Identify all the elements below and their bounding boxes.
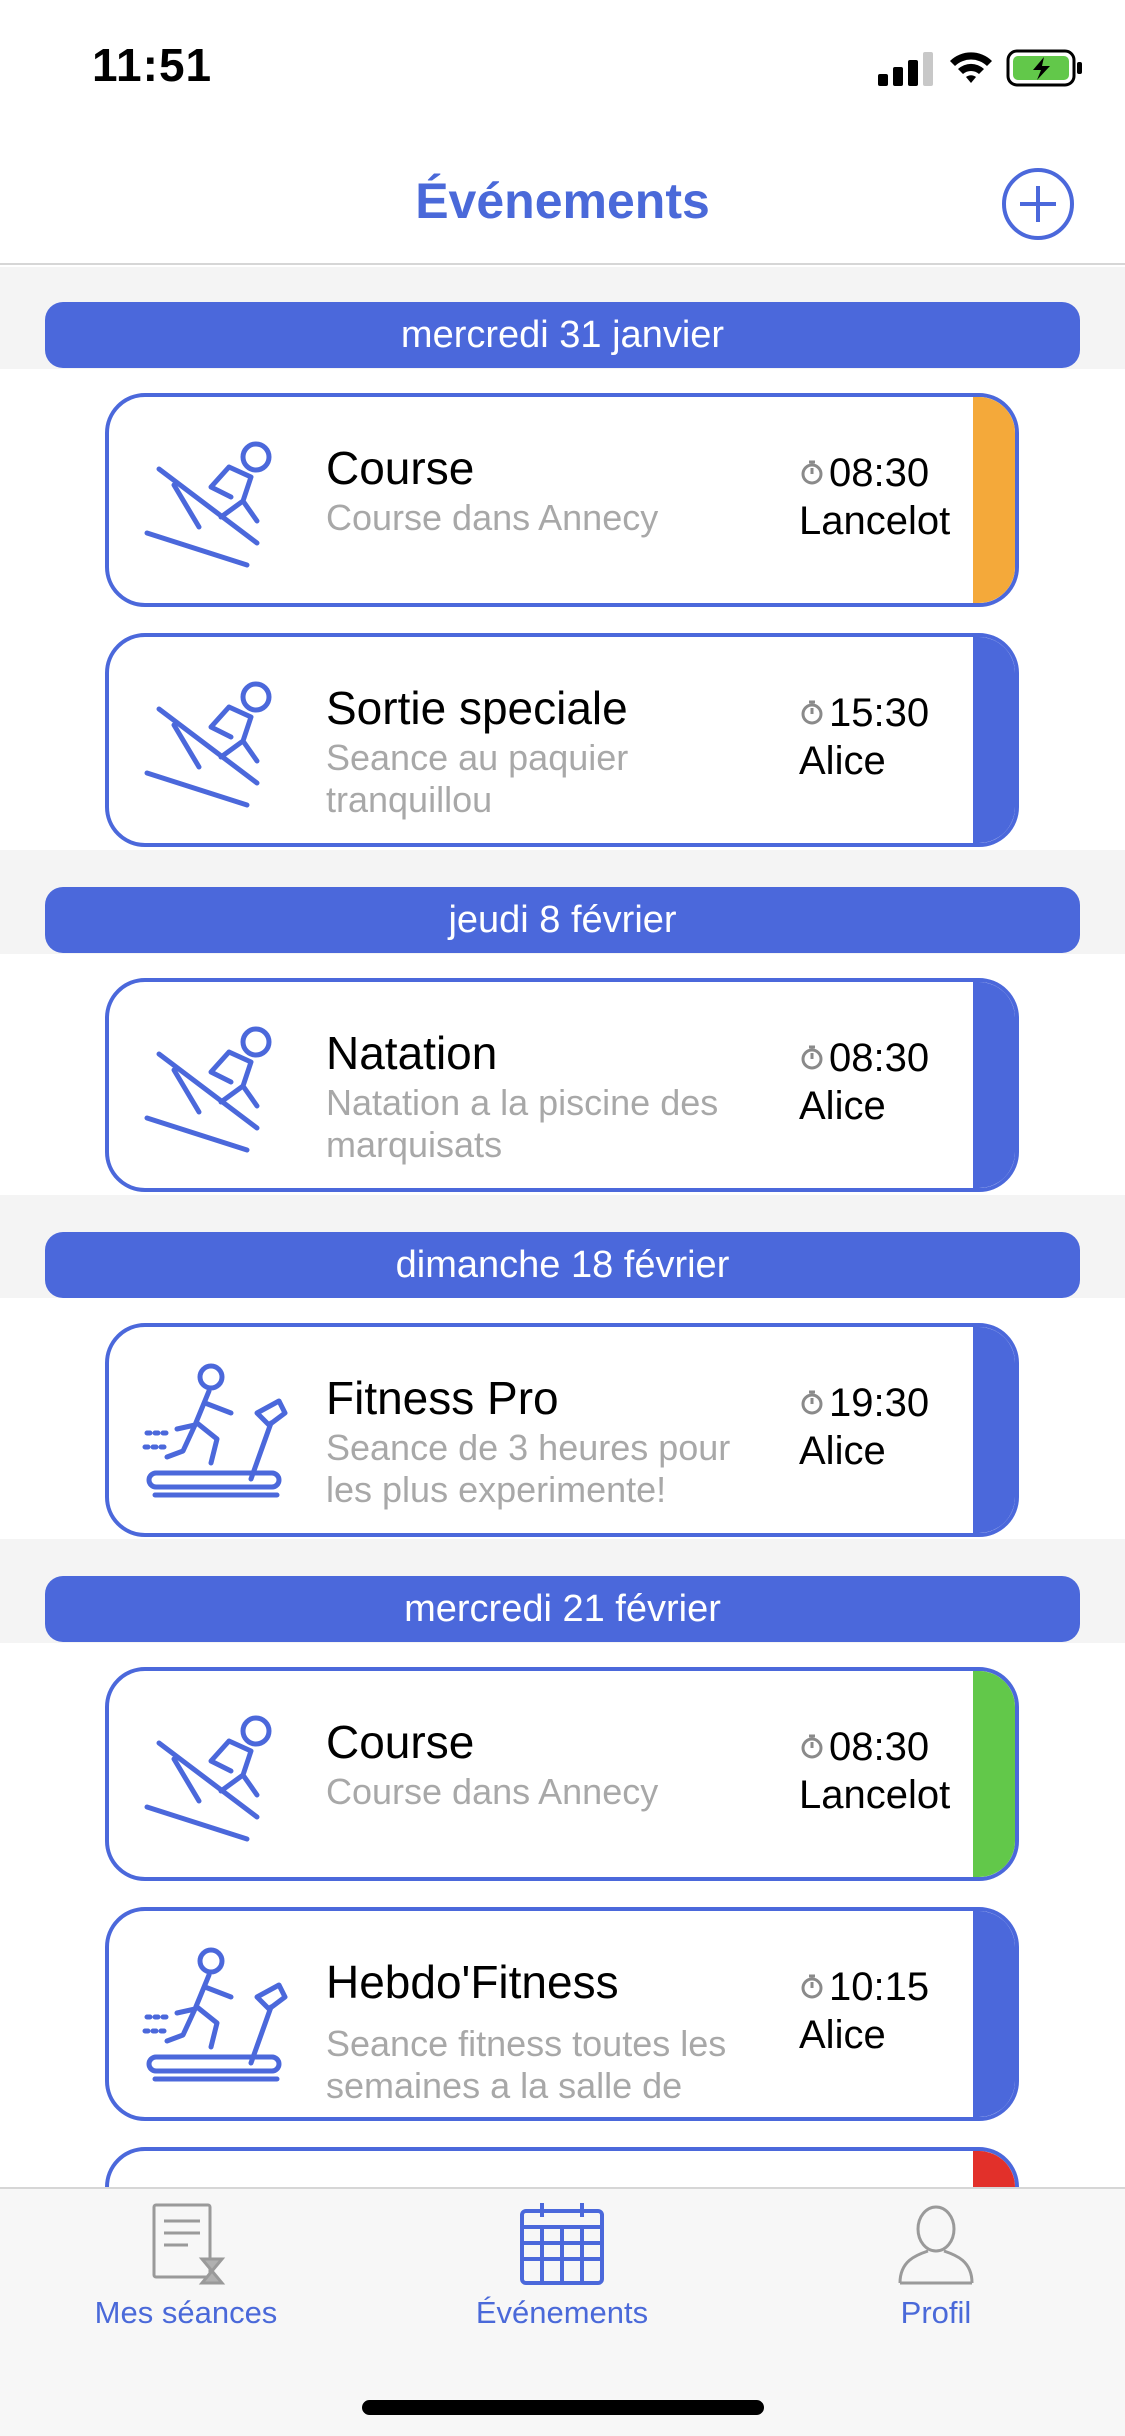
event-time-value: 08:30 <box>829 1036 930 1080</box>
event-person: Lancelot <box>799 499 951 543</box>
event-description: Seance au paquier tranquillou <box>326 737 629 820</box>
event-time-value: 08:30 <box>829 1725 930 1769</box>
navigation-bar: Événements <box>0 132 1125 265</box>
section-header-date: mercredi 21 février <box>45 1576 1080 1642</box>
event-person: Alice <box>799 1084 886 1128</box>
event-description: Seance fitness toutes les semaines a la … <box>326 2023 727 2106</box>
status-stripe <box>973 2151 1015 2187</box>
event-time: 08:30 <box>799 451 929 496</box>
event-title: Fitness Pro <box>326 1372 559 1424</box>
treadmill-icon <box>142 1363 288 1498</box>
skier-icon <box>144 1026 272 1153</box>
status-stripe <box>973 1327 1015 1533</box>
status-stripe <box>973 1671 1015 1877</box>
event-title: Hebdo'Fitness <box>326 1956 619 2008</box>
section-header-date: mercredi 31 janvier <box>45 302 1080 368</box>
status-stripe <box>973 637 1015 843</box>
status-stripe <box>973 982 1015 1188</box>
skier-icon <box>144 1715 272 1842</box>
stopwatch-icon <box>801 700 823 725</box>
event-description: Course dans Annecy <box>326 497 659 538</box>
page-title: Événements <box>415 173 710 229</box>
profile-icon <box>898 2205 974 2285</box>
wifi-icon <box>950 52 992 83</box>
skier-icon <box>144 441 272 568</box>
stopwatch-icon <box>801 1974 823 1999</box>
tab-label: Profil <box>900 2295 972 2330</box>
stopwatch-icon <box>801 460 823 485</box>
event-description: Seance de 3 heures pour les plus experim… <box>326 1427 731 1510</box>
calendar-icon <box>520 2203 604 2285</box>
event-time: 08:30 <box>799 1725 929 1770</box>
tab-profil[interactable]: Profil <box>786 2199 1086 2349</box>
event-card[interactable]: Fitness Pro Seance de 3 heures pour les … <box>105 1323 1019 1537</box>
status-stripe <box>973 397 1015 603</box>
event-card[interactable]: Sortie speciale Seance au paquier tranqu… <box>105 633 1019 847</box>
event-card[interactable]: Hebdo'Fitness Seance fitness toutes les … <box>105 1907 1019 2121</box>
event-time-value: 08:30 <box>829 451 930 495</box>
event-title: Course <box>326 442 475 494</box>
event-time: 15:30 <box>799 691 929 736</box>
tab-label: Événements <box>475 2295 649 2330</box>
tab-bar: Mes séances Événements Profil <box>0 2187 1125 2436</box>
status-bar: 11:51 <box>0 0 1125 132</box>
event-title: Course <box>326 1716 475 1768</box>
stopwatch-icon <box>801 1390 823 1415</box>
stopwatch-icon <box>801 1045 823 1070</box>
event-title: Sortie speciale <box>326 682 628 734</box>
event-card[interactable]: Course Course dans Annecy 08:30 Lancelot <box>105 393 1019 607</box>
status-stripe <box>973 1911 1015 2117</box>
tab-evenements[interactable]: Événements <box>412 2199 712 2349</box>
add-event-button[interactable] <box>1000 166 1076 242</box>
event-description: Natation a la piscine des marquisats <box>326 1082 719 1165</box>
stopwatch-icon <box>801 1734 823 1759</box>
status-time: 11:51 <box>92 39 213 91</box>
event-title: Natation <box>326 1027 498 1079</box>
event-list[interactable]: mercredi 31 janvier Course Course dans A… <box>0 267 1125 2187</box>
event-time: 19:30 <box>799 1381 929 1426</box>
treadmill-icon <box>142 1947 288 2082</box>
event-time-value: 15:30 <box>829 691 930 735</box>
tab-label: Mes séances <box>94 2295 278 2330</box>
event-time: 08:30 <box>799 1036 929 1081</box>
event-card[interactable]: Course Course dans Annecy 08:30 Lancelot <box>105 1667 1019 1881</box>
tab-mes-seances[interactable]: Mes séances <box>36 2199 336 2349</box>
event-card[interactable] <box>105 2147 1019 2187</box>
event-time-value: 19:30 <box>829 1381 930 1425</box>
event-person: Alice <box>799 2013 886 2057</box>
home-indicator <box>362 2400 764 2415</box>
cellular-signal-icon <box>878 52 933 86</box>
event-description: Course dans Annecy <box>326 1771 659 1812</box>
battery-icon <box>1006 49 1082 87</box>
skier-icon <box>144 681 272 808</box>
section-header-date: jeudi 8 février <box>45 887 1080 953</box>
event-person: Lancelot <box>799 1773 951 1817</box>
event-time: 10:15 <box>799 1965 929 2010</box>
event-time-value: 10:15 <box>829 1965 930 2009</box>
sessions-icon <box>152 2203 226 2285</box>
event-card[interactable]: Natation Natation a la piscine des marqu… <box>105 978 1019 1192</box>
event-person: Alice <box>799 1429 886 1473</box>
event-person: Alice <box>799 739 886 783</box>
section-header-date: dimanche 18 février <box>45 1232 1080 1298</box>
